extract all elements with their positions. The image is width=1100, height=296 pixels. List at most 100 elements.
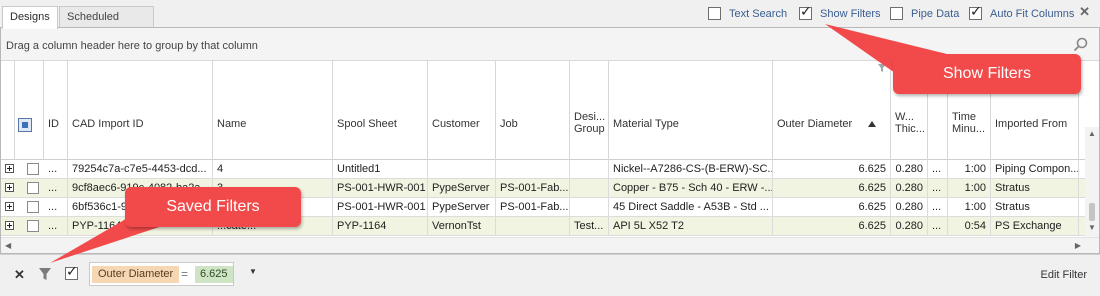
cell-time: 1:00 <box>948 198 991 217</box>
cell-id: ... <box>44 179 68 198</box>
header-spool-sheet[interactable]: Spool Sheet <box>333 61 428 160</box>
cell-material: 45 Direct Saddle - A53B - Std ... <box>609 198 773 217</box>
text-search-checkbox[interactable] <box>708 7 721 20</box>
header-job[interactable]: Job <box>496 61 570 160</box>
cell-time: 0:54 <box>948 217 991 236</box>
enable-filter-checkbox[interactable] <box>65 264 78 280</box>
filter-value[interactable]: 6.625 <box>195 266 233 283</box>
cell-wall: 0.280 <box>891 198 928 217</box>
cell-imported: PS Exchange <box>991 217 1079 236</box>
cell-wall: 0.280 <box>891 217 928 236</box>
cell-od: 6.625 <box>773 179 891 198</box>
row-checkbox[interactable] <box>27 182 39 194</box>
scroll-thumb[interactable] <box>1089 203 1095 221</box>
cell-imported: Piping Compon... <box>991 160 1079 179</box>
expand-row-icon[interactable] <box>5 202 14 211</box>
cell-customer: PypeServer <box>428 179 496 198</box>
show-filters-callout: Show Filters <box>893 54 1081 94</box>
text-search-label[interactable]: Text Search <box>729 8 787 20</box>
tab-designs[interactable]: Designs <box>2 6 58 29</box>
cell-customer: VernonTst <box>428 217 496 236</box>
clear-filter-icon[interactable]: ✕ <box>14 267 25 283</box>
close-icon[interactable]: ✕ <box>1079 4 1090 20</box>
cell-material: API 5L X52 T2 <box>609 217 773 236</box>
cell-blank: ... <box>928 179 948 198</box>
cell-imported: Stratus <box>991 179 1079 198</box>
header-customer[interactable]: Customer <box>428 61 496 160</box>
cell-imported: Stratus <box>991 198 1079 217</box>
row-checkbox[interactable] <box>27 201 39 213</box>
header-design-group[interactable]: Desi... Group <box>570 61 609 160</box>
cell-material: Copper - B75 - Sch 40 - ERW -... <box>609 179 773 198</box>
header-spool-label: Spool Sheet <box>337 118 397 130</box>
cell-blank: ... <box>928 217 948 236</box>
filter-history-dropdown-icon[interactable]: ▼ <box>249 267 257 276</box>
cell-id: ... <box>44 217 68 236</box>
row-checkbox[interactable] <box>27 163 39 175</box>
vertical-scrollbar[interactable]: ▲ ▼ <box>1085 127 1099 237</box>
edit-filter-button[interactable]: Edit Filter <box>1041 269 1087 281</box>
row-checkbox[interactable] <box>27 220 39 232</box>
tab-scheduled-parts[interactable]: Scheduled Parts <box>59 6 154 43</box>
scroll-left-icon[interactable]: ◀ <box>5 241 11 250</box>
saved-filters-funnel-icon[interactable] <box>38 267 52 281</box>
cell-wall: 0.280 <box>891 179 928 198</box>
header-job-label: Job <box>500 118 518 130</box>
search-icon[interactable] <box>1073 37 1089 53</box>
header-cad-import-id[interactable]: CAD Import ID <box>68 61 213 160</box>
header-time-label: Time Minu... <box>952 111 986 135</box>
cell-job <box>496 217 570 236</box>
pipe-data-label[interactable]: Pipe Data <box>911 8 959 20</box>
header-select-all[interactable] <box>15 61 44 160</box>
header-id-label: ID <box>48 118 59 130</box>
cell-spool: PYP-1164 <box>333 217 428 236</box>
cell-material: Nickel--A7286-CS-(B-ERW)-SC... <box>609 160 773 179</box>
saved-filters-callout: Saved Filters <box>125 187 301 227</box>
horizontal-scrollbar[interactable]: ◀ ▶ <box>1 237 1099 253</box>
select-all-checkbox[interactable] <box>18 118 32 132</box>
cell-id: ... <box>44 160 68 179</box>
expand-row-icon[interactable] <box>5 221 14 230</box>
header-cad-label: CAD Import ID <box>72 118 144 130</box>
expand-row-icon[interactable] <box>5 164 14 173</box>
cell-design-group <box>570 160 609 179</box>
cell-time: 1:00 <box>948 179 991 198</box>
pipe-data-checkbox[interactable] <box>890 7 903 20</box>
cell-time: 1:00 <box>948 160 991 179</box>
toolbar-options: Text Search Show Filters Pipe Data Auto … <box>708 4 1088 24</box>
header-wall-label: W... Thic... <box>895 111 925 135</box>
scroll-up-icon[interactable]: ▲ <box>1088 129 1096 138</box>
header-name-label: Name <box>217 118 247 130</box>
header-outer-diameter[interactable]: Outer Diameter <box>773 61 891 160</box>
cell-job: PS-001-Fab... <box>496 198 570 217</box>
cell-spool: Untitled1 <box>333 160 428 179</box>
filter-panel: ✕ Outer Diameter = 6.625 ▼ Edit Filter <box>0 254 1100 296</box>
cell-design-group <box>570 198 609 217</box>
header-material-label: Material Type <box>613 118 679 130</box>
cell-customer <box>428 160 496 179</box>
scroll-right-icon[interactable]: ▶ <box>1075 241 1081 250</box>
cell-customer: PypeServer <box>428 198 496 217</box>
sort-ascending-icon <box>868 121 876 127</box>
cell-spool: PS-001-HWR-001 <box>333 179 428 198</box>
header-material-type[interactable]: Material Type <box>609 61 773 160</box>
filter-expression[interactable]: Outer Diameter = 6.625 <box>89 262 234 286</box>
header-customer-label: Customer <box>432 118 480 130</box>
filter-icon[interactable] <box>878 64 886 72</box>
scroll-down-icon[interactable]: ▼ <box>1088 223 1096 232</box>
cell-wall: 0.280 <box>891 160 928 179</box>
group-panel-hint: Drag a column header here to group by th… <box>6 40 258 52</box>
auto-fit-columns-label[interactable]: Auto Fit Columns <box>990 8 1074 20</box>
header-id[interactable]: ID <box>44 61 68 160</box>
header-name[interactable]: Name <box>213 61 333 160</box>
tab-bar: Designs Scheduled Parts Text Search Show… <box>0 0 1100 43</box>
cell-spool: PS-001-HWR-001 <box>333 198 428 217</box>
auto-fit-columns-checkbox[interactable] <box>969 4 982 20</box>
table-row[interactable]: ... 79254c7a-c7e5-4453-dcd... 4 Untitled… <box>1 160 1085 179</box>
filter-operator[interactable]: = <box>181 266 188 283</box>
show-filters-label[interactable]: Show Filters <box>820 8 881 20</box>
filter-field[interactable]: Outer Diameter <box>92 266 180 283</box>
show-filters-checkbox[interactable] <box>799 4 812 20</box>
cell-job: PS-001-Fab... <box>496 179 570 198</box>
expand-row-icon[interactable] <box>5 183 14 192</box>
